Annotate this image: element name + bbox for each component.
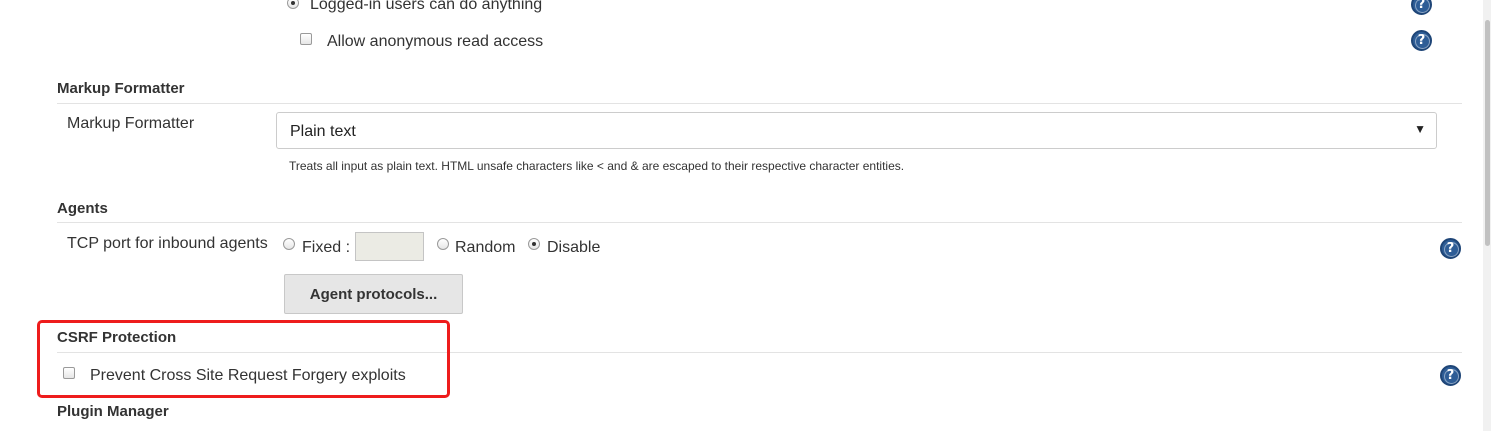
- help-icon[interactable]: [1440, 365, 1461, 386]
- fixed-port-label: Fixed :: [302, 239, 351, 256]
- red-highlight-box: [37, 320, 450, 398]
- random-port-radio[interactable]: [437, 238, 449, 250]
- anonymous-read-label: Allow anonymous read access: [327, 33, 544, 50]
- help-icon[interactable]: [1411, 0, 1432, 15]
- section-divider: [57, 222, 1462, 223]
- fixed-port-input[interactable]: [355, 232, 424, 261]
- markup-formatter-description: Treats all input as plain text. HTML uns…: [289, 159, 905, 173]
- markup-formatter-select[interactable]: Plain text ▼: [276, 112, 1437, 149]
- help-icon[interactable]: [1440, 238, 1461, 259]
- markup-formatter-section-title: Markup Formatter: [57, 80, 185, 97]
- logged-in-users-label: Logged-in users can do anything: [310, 0, 543, 13]
- chevron-down-icon: ▼: [1414, 122, 1426, 136]
- anonymous-read-checkbox[interactable]: [300, 33, 312, 45]
- plugin-manager-section-title: Plugin Manager: [57, 403, 169, 420]
- markup-formatter-label: Markup Formatter: [67, 115, 195, 132]
- fixed-port-radio[interactable]: [283, 238, 295, 250]
- random-port-label: Random: [455, 239, 516, 256]
- section-divider: [57, 103, 1462, 104]
- tcp-port-label: TCP port for inbound agents: [67, 235, 268, 252]
- logged-in-users-radio[interactable]: [287, 0, 299, 9]
- agent-protocols-button[interactable]: Agent protocols...: [284, 274, 463, 314]
- agents-section-title: Agents: [57, 200, 108, 217]
- markup-formatter-selected-value: Plain text: [290, 123, 356, 140]
- disable-port-radio[interactable]: [528, 238, 540, 250]
- scrollbar-thumb[interactable]: [1485, 20, 1490, 246]
- help-icon[interactable]: [1411, 30, 1432, 51]
- disable-port-label: Disable: [547, 239, 601, 256]
